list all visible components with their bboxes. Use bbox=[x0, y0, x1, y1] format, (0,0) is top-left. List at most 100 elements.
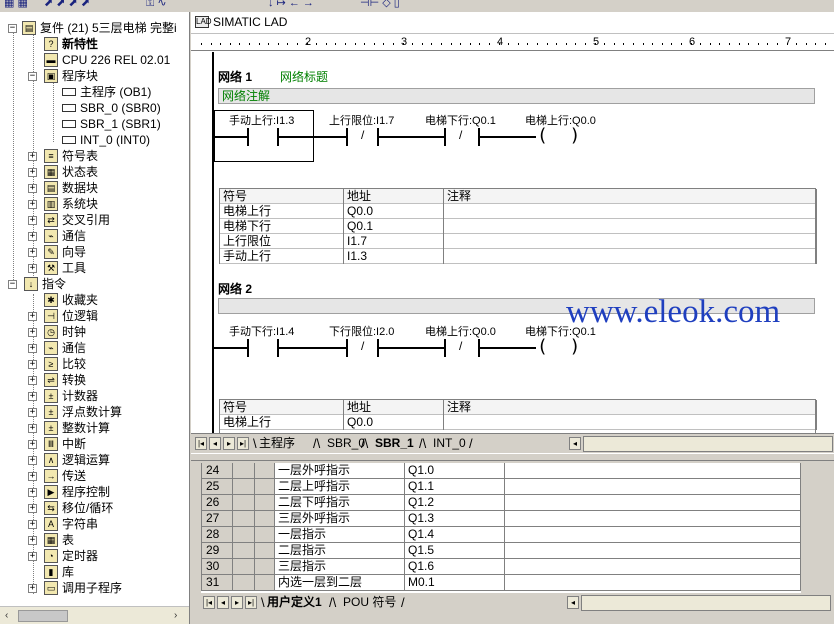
contact-2[interactable] bbox=[346, 128, 348, 146]
comment-cell[interactable] bbox=[505, 463, 801, 479]
flag-cell[interactable] bbox=[255, 479, 275, 495]
flag-cell[interactable] bbox=[233, 495, 255, 511]
expand-icon[interactable]: + bbox=[28, 376, 37, 385]
row-number[interactable]: 25 bbox=[201, 479, 233, 495]
address-cell[interactable]: Q1.2 bbox=[405, 495, 505, 511]
table-row[interactable]: 31 内选一层到二层 M0.1 bbox=[201, 575, 801, 591]
flag-cell[interactable] bbox=[233, 463, 255, 479]
address-cell[interactable]: Q1.5 bbox=[405, 543, 505, 559]
expand-icon[interactable]: + bbox=[28, 328, 37, 337]
next-tab-icon[interactable]: ▸ bbox=[231, 596, 243, 609]
contact-6[interactable] bbox=[444, 339, 446, 357]
table-row[interactable]: 24 一层外呼指示 Q1.0 bbox=[201, 463, 801, 479]
network-1-title[interactable]: 网络 1 bbox=[218, 68, 252, 85]
lad-body[interactable]: 网络 1 网络标题 网络注解 手动上行:I1.3 上行限位:I1.7 电梯下行:… bbox=[191, 52, 834, 435]
expand-icon[interactable]: + bbox=[28, 584, 37, 593]
expand-icon[interactable]: + bbox=[28, 344, 37, 353]
comment-cell[interactable] bbox=[505, 527, 801, 543]
flag-cell[interactable] bbox=[233, 479, 255, 495]
tree-horizontal-scrollbar[interactable]: ‹ › bbox=[0, 606, 189, 624]
row-number[interactable]: 30 bbox=[201, 559, 233, 575]
flag-cell[interactable] bbox=[255, 527, 275, 543]
contact-5[interactable] bbox=[346, 339, 348, 357]
table-row[interactable]: 27 三层外呼指示 Q1.3 bbox=[201, 511, 801, 527]
expand-icon[interactable]: + bbox=[28, 408, 37, 417]
expand-icon[interactable]: + bbox=[28, 232, 37, 241]
prev-tab-icon[interactable]: ◂ bbox=[209, 437, 221, 450]
next-tab-icon[interactable]: ▸ bbox=[223, 437, 235, 450]
prev-tab-icon[interactable]: ◂ bbox=[217, 596, 229, 609]
expand-icon[interactable]: + bbox=[28, 168, 37, 177]
expand-icon[interactable]: + bbox=[28, 552, 37, 561]
table-row[interactable]: 25 二层上呼指示 Q1.1 bbox=[201, 479, 801, 495]
collapse-icon[interactable]: − bbox=[8, 24, 17, 33]
network-1-label[interactable]: 网络标题 bbox=[280, 68, 328, 85]
tab-user-defined[interactable]: 用户定义1 bbox=[267, 595, 322, 611]
symbol-cell[interactable]: 二层指示 bbox=[275, 543, 405, 559]
symbol-cell[interactable]: 一层指示 bbox=[275, 527, 405, 543]
expand-icon[interactable]: + bbox=[28, 520, 37, 529]
last-tab-icon[interactable]: ▸| bbox=[237, 437, 249, 450]
symbol-cell[interactable]: 三层外呼指示 bbox=[275, 511, 405, 527]
expand-icon[interactable]: + bbox=[28, 200, 37, 209]
comment-cell[interactable] bbox=[505, 495, 801, 511]
expand-icon[interactable]: + bbox=[28, 248, 37, 257]
expand-icon[interactable]: + bbox=[28, 456, 37, 465]
comment-cell[interactable] bbox=[505, 479, 801, 495]
row-number[interactable]: 29 bbox=[201, 543, 233, 559]
expand-icon[interactable]: + bbox=[28, 264, 37, 273]
status-icon[interactable]: ⚿ ∿ bbox=[146, 0, 167, 10]
scroll-left-icon[interactable]: ◂ bbox=[569, 437, 581, 450]
last-tab-icon[interactable]: ▸| bbox=[245, 596, 257, 609]
address-cell[interactable]: Q1.6 bbox=[405, 559, 505, 575]
output-coil-2[interactable]: ( ) bbox=[537, 337, 580, 357]
tab-sbr0[interactable]: SBR_0 bbox=[327, 436, 365, 452]
grid-icon[interactable]: ▦ ▦ bbox=[4, 0, 28, 10]
output-coil[interactable]: ( ) bbox=[537, 126, 580, 146]
flag-cell[interactable] bbox=[233, 511, 255, 527]
expand-icon[interactable]: + bbox=[28, 360, 37, 369]
flag-cell[interactable] bbox=[255, 543, 275, 559]
contact-icon[interactable]: ⊣⊢ ◇ ▯ bbox=[360, 0, 400, 10]
symbol-cell[interactable]: 三层指示 bbox=[275, 559, 405, 575]
scroll-thumb[interactable] bbox=[18, 610, 68, 622]
symbol-cell[interactable]: 二层上呼指示 bbox=[275, 479, 405, 495]
tab-main[interactable]: 主程序 bbox=[259, 436, 295, 452]
collapse-icon[interactable]: − bbox=[28, 72, 37, 81]
address-cell[interactable]: Q1.0 bbox=[405, 463, 505, 479]
first-tab-icon[interactable]: |◂ bbox=[203, 596, 215, 609]
symbol-cell[interactable]: 二层下呼指示 bbox=[275, 495, 405, 511]
row-number[interactable]: 26 bbox=[201, 495, 233, 511]
pane-splitter[interactable] bbox=[191, 453, 834, 461]
expand-icon[interactable]: + bbox=[28, 488, 37, 497]
table-row[interactable]: 28 一层指示 Q1.4 bbox=[201, 527, 801, 543]
flag-cell[interactable] bbox=[233, 575, 255, 591]
row-number[interactable]: 27 bbox=[201, 511, 233, 527]
table-row[interactable]: 26 二层下呼指示 Q1.2 bbox=[201, 495, 801, 511]
expand-icon[interactable]: + bbox=[28, 536, 37, 545]
run-icon[interactable]: ⬈ ⬈ ⬈ ⬈ bbox=[44, 0, 90, 10]
address-cell[interactable]: Q1.1 bbox=[405, 479, 505, 495]
flag-cell[interactable] bbox=[255, 559, 275, 575]
network-1-comment[interactable]: 网络注解 bbox=[218, 88, 815, 104]
flag-cell[interactable] bbox=[233, 543, 255, 559]
table-row[interactable]: 30 三层指示 Q1.6 bbox=[201, 559, 801, 575]
expand-icon[interactable]: + bbox=[28, 472, 37, 481]
contact-1[interactable] bbox=[247, 128, 249, 146]
comment-cell[interactable] bbox=[505, 511, 801, 527]
comment-cell[interactable] bbox=[505, 559, 801, 575]
contact-4[interactable] bbox=[247, 339, 249, 357]
insert-network-icon[interactable]: ↓ ↦ ← → bbox=[268, 0, 314, 10]
flag-cell[interactable] bbox=[233, 559, 255, 575]
address-cell[interactable]: Q1.4 bbox=[405, 527, 505, 543]
symbol-cell[interactable]: 一层外呼指示 bbox=[275, 463, 405, 479]
scroll-left-icon[interactable]: ◂ bbox=[567, 596, 579, 609]
contact-3[interactable] bbox=[444, 128, 446, 146]
flag-cell[interactable] bbox=[255, 463, 275, 479]
flag-cell[interactable] bbox=[255, 575, 275, 591]
row-number[interactable]: 28 bbox=[201, 527, 233, 543]
first-tab-icon[interactable]: |◂ bbox=[195, 437, 207, 450]
expand-icon[interactable]: + bbox=[28, 216, 37, 225]
collapse-icon[interactable]: − bbox=[8, 280, 17, 289]
flag-cell[interactable] bbox=[255, 511, 275, 527]
